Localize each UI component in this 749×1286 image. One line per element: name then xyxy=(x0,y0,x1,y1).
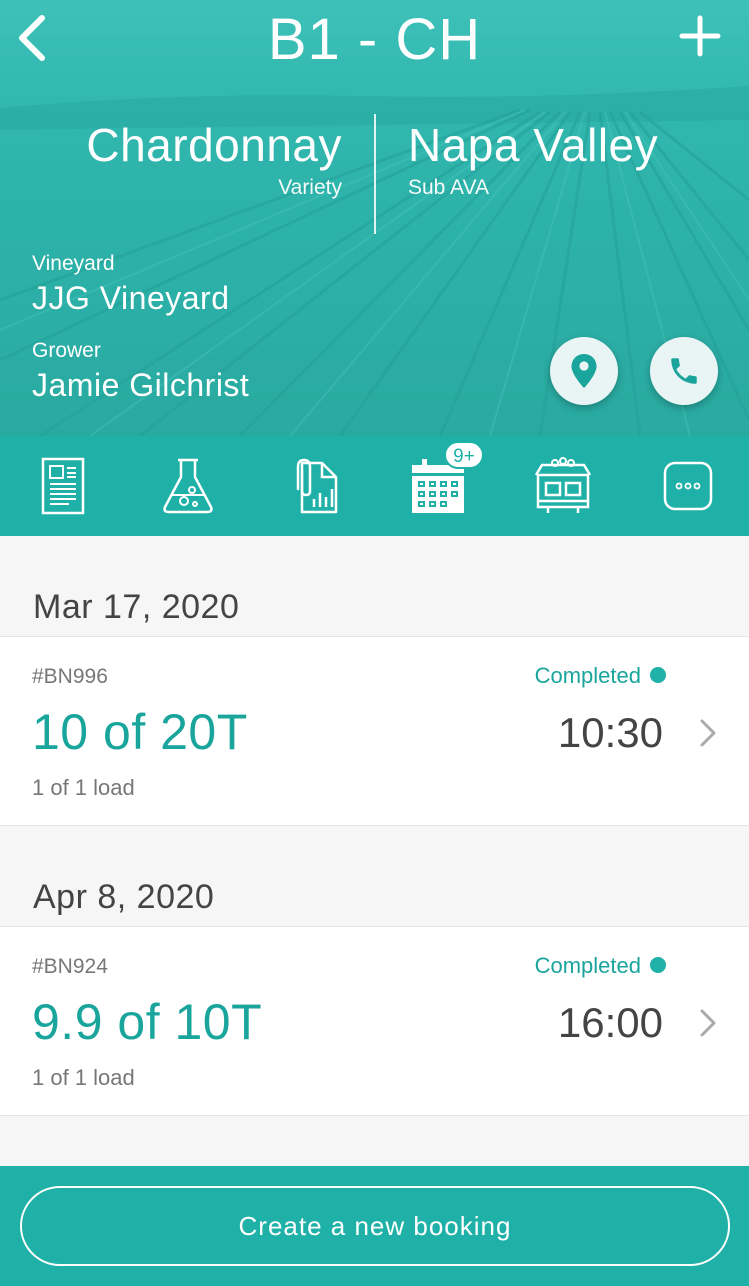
hero-divider xyxy=(374,114,376,234)
booking-loads: 1 of 1 load xyxy=(32,1065,135,1090)
sub-ava-block: Napa Valley Sub AVA xyxy=(408,118,728,200)
chevron-left-icon xyxy=(19,15,45,61)
call-button[interactable] xyxy=(650,337,718,405)
tab-notes[interactable] xyxy=(31,454,95,518)
paperclip-chart-icon xyxy=(296,458,338,514)
winery-building-icon xyxy=(534,457,592,513)
tab-toolbar xyxy=(0,436,749,536)
document-icon xyxy=(41,457,85,515)
variety-block: Chardonnay Variety xyxy=(30,118,342,200)
booking-id: #BN924 xyxy=(32,955,108,978)
booking-amount: 10 of 20T xyxy=(32,704,248,760)
tab-winery[interactable] xyxy=(531,454,595,518)
grower-value: Jamie Gilchrist xyxy=(32,367,250,403)
status-dot-icon xyxy=(650,667,666,683)
vineyard-hero: B1 - CH Chardonnay Variety Napa Valley S… xyxy=(0,0,749,436)
flask-icon xyxy=(163,458,213,514)
add-button[interactable] xyxy=(678,14,722,58)
tab-more[interactable] xyxy=(656,454,720,518)
sub-ava-label: Sub AVA xyxy=(408,176,489,199)
booking-date-header: Apr 8, 2020 xyxy=(33,878,215,916)
vineyard-label: Vineyard xyxy=(32,252,115,275)
phone-icon xyxy=(671,358,697,384)
booking-card[interactable]: #BN996 Completed 10 of 20T 10:30 1 of 1 … xyxy=(0,636,749,826)
booking-amount: 9.9 of 10T xyxy=(32,994,263,1050)
create-booking-button[interactable]: Create a new booking xyxy=(20,1186,730,1266)
variety-value: Chardonnay xyxy=(86,119,342,171)
page-title: B1 - CH xyxy=(267,7,482,72)
chevron-right-icon xyxy=(700,719,716,747)
plus-icon xyxy=(679,15,721,57)
chevron-right-icon xyxy=(700,1009,716,1037)
grower-label: Grower xyxy=(32,339,101,362)
status-dot-icon xyxy=(650,957,666,973)
map-pin-icon xyxy=(571,354,597,388)
booking-status: Completed xyxy=(534,663,641,688)
bookings-count-badge: 9+ xyxy=(444,441,484,469)
more-icon xyxy=(663,461,713,511)
sub-ava-value: Napa Valley xyxy=(408,119,659,171)
variety-label: Variety xyxy=(278,176,342,199)
location-button[interactable] xyxy=(550,337,618,405)
booking-id: #BN996 xyxy=(32,665,108,688)
tab-attachments[interactable] xyxy=(281,454,345,518)
footer-bar: Create a new booking xyxy=(0,1166,749,1286)
booking-time: 16:00 xyxy=(557,999,663,1046)
back-button[interactable] xyxy=(14,12,54,64)
booking-date-header: Mar 17, 2020 xyxy=(33,588,240,626)
booking-status: Completed xyxy=(534,953,641,978)
vineyard-value: JJG Vineyard xyxy=(32,280,230,316)
booking-loads: 1 of 1 load xyxy=(32,775,135,800)
tab-lab[interactable] xyxy=(156,454,220,518)
booking-time: 10:30 xyxy=(557,709,663,756)
booking-card[interactable]: #BN924 Completed 9.9 of 10T 16:00 1 of 1… xyxy=(0,926,749,1116)
